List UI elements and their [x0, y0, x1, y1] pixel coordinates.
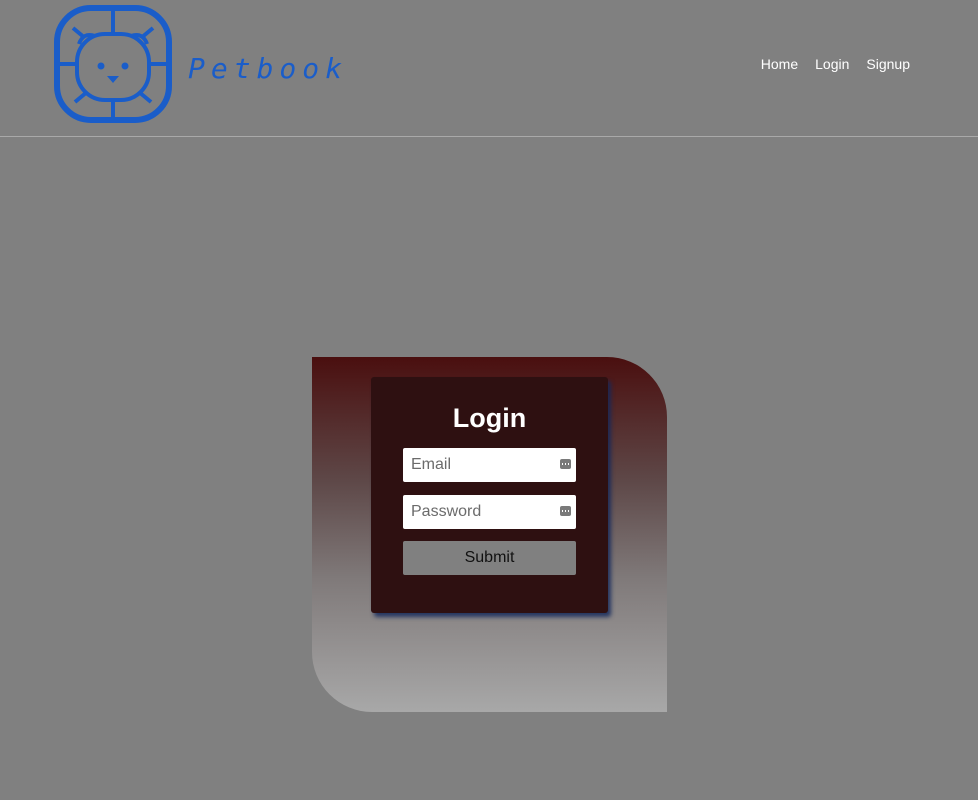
password-manager-icon[interactable] — [560, 506, 571, 516]
nav-signup-link[interactable]: Signup — [866, 56, 910, 72]
login-card: Login Submit — [371, 377, 608, 613]
password-manager-icon[interactable] — [560, 459, 571, 469]
nav-home-link[interactable]: Home — [761, 56, 798, 72]
password-input[interactable] — [409, 495, 553, 529]
password-field — [403, 495, 576, 529]
email-field — [403, 448, 576, 482]
site-header: Petbook Home Login Signup — [0, 0, 978, 137]
nav-login-link[interactable]: Login — [815, 56, 849, 72]
main-nav: Home Login Signup — [761, 56, 910, 72]
email-input[interactable] — [409, 448, 553, 482]
submit-button[interactable]: Submit — [403, 541, 576, 575]
petbook-logo[interactable] — [53, 4, 173, 124]
login-title: Login — [452, 403, 527, 433]
brand-name: Petbook — [188, 52, 349, 85]
